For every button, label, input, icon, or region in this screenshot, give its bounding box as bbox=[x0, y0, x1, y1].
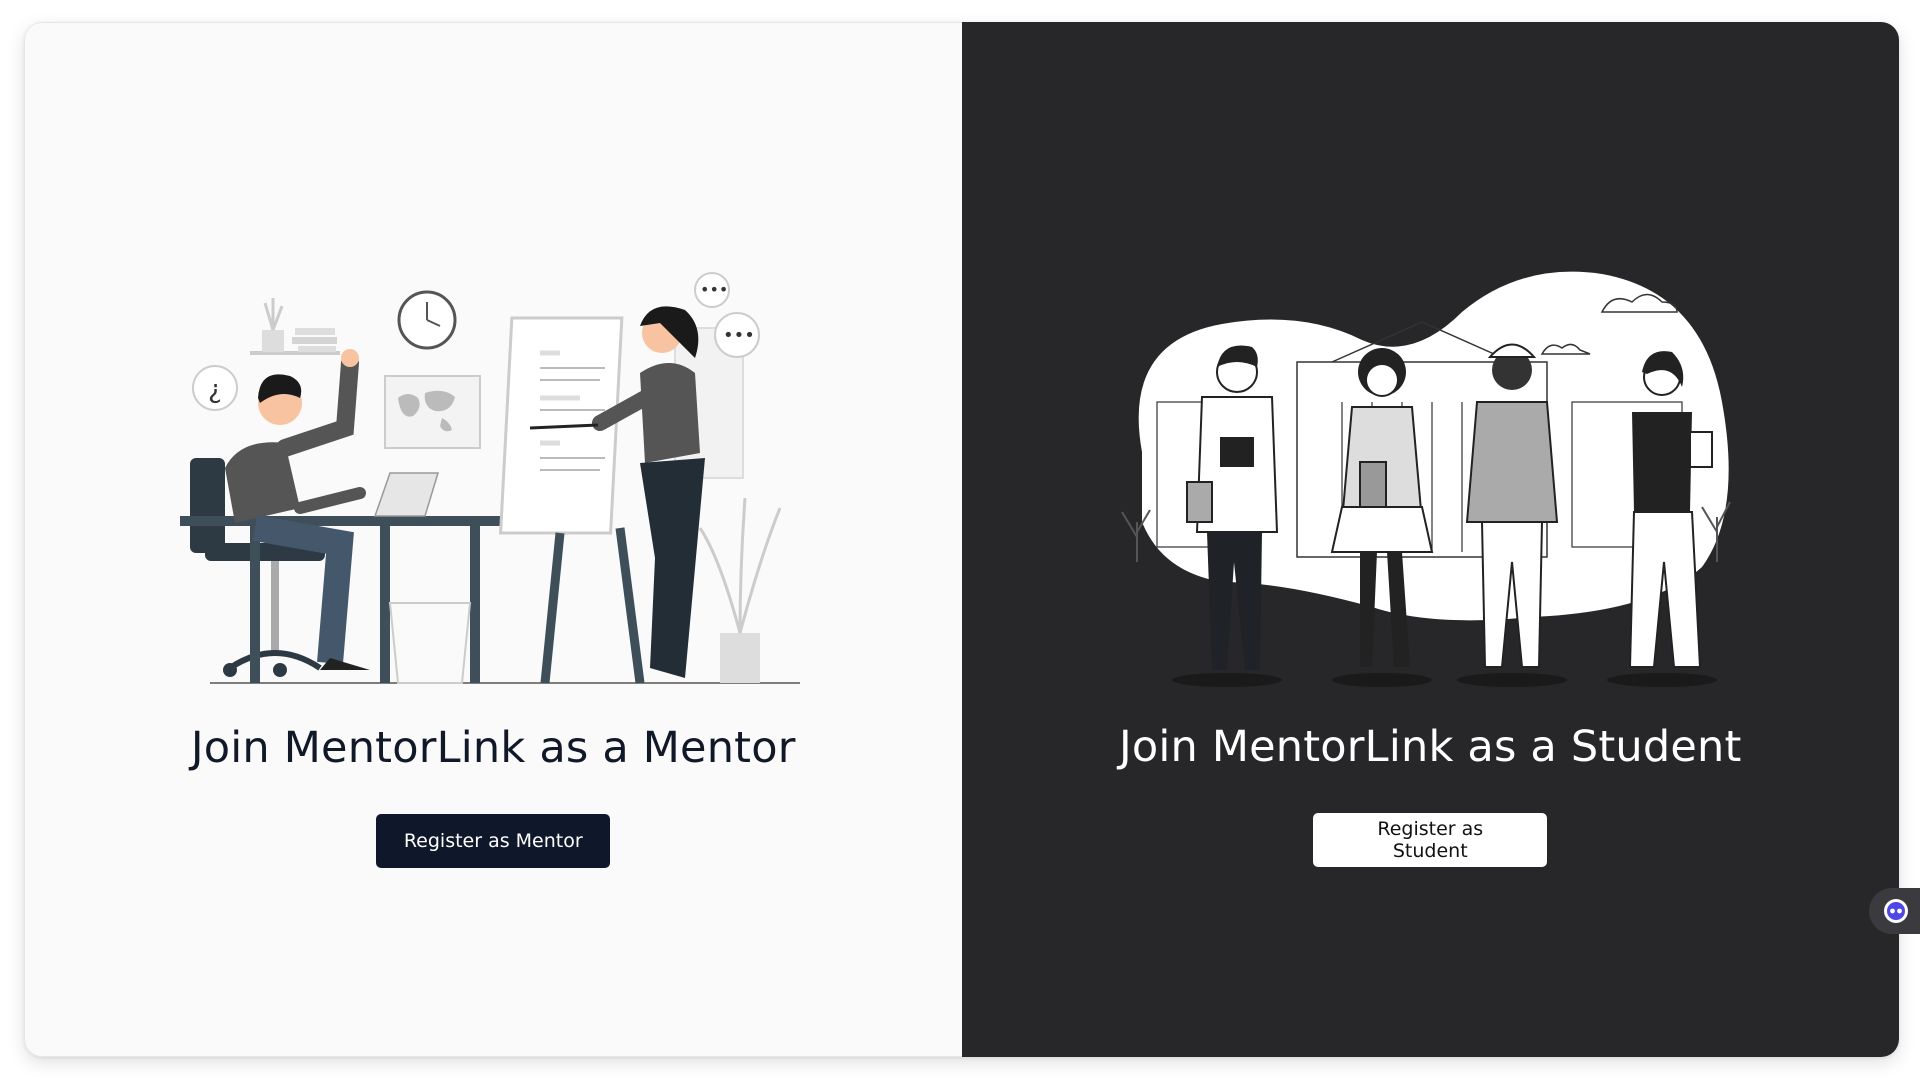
chat-widget-button[interactable] bbox=[1869, 888, 1920, 934]
mentor-presentation-illustration: ¿ ••• ••• bbox=[180, 272, 800, 684]
registration-card: ¿ ••• ••• Join MentorLink as a Mentor Re… bbox=[24, 22, 1899, 1057]
student-heading: Join MentorLink as a Student bbox=[1118, 722, 1742, 772]
students-group-illustration bbox=[1120, 271, 1731, 687]
mentor-panel: ¿ ••• ••• Join MentorLink as a Mentor Re… bbox=[24, 22, 962, 1057]
svg-text:•••: ••• bbox=[723, 325, 755, 346]
register-mentor-button[interactable]: Register as Mentor bbox=[376, 814, 611, 868]
student-panel: Join MentorLink as a Student Register as… bbox=[961, 22, 1899, 1057]
chat-bot-icon bbox=[1884, 899, 1908, 923]
svg-text:¿: ¿ bbox=[208, 375, 222, 405]
svg-text:•••: ••• bbox=[700, 280, 728, 299]
mentor-heading: Join MentorLink as a Mentor bbox=[190, 723, 796, 773]
register-student-button[interactable]: Register as Student bbox=[1313, 813, 1548, 867]
